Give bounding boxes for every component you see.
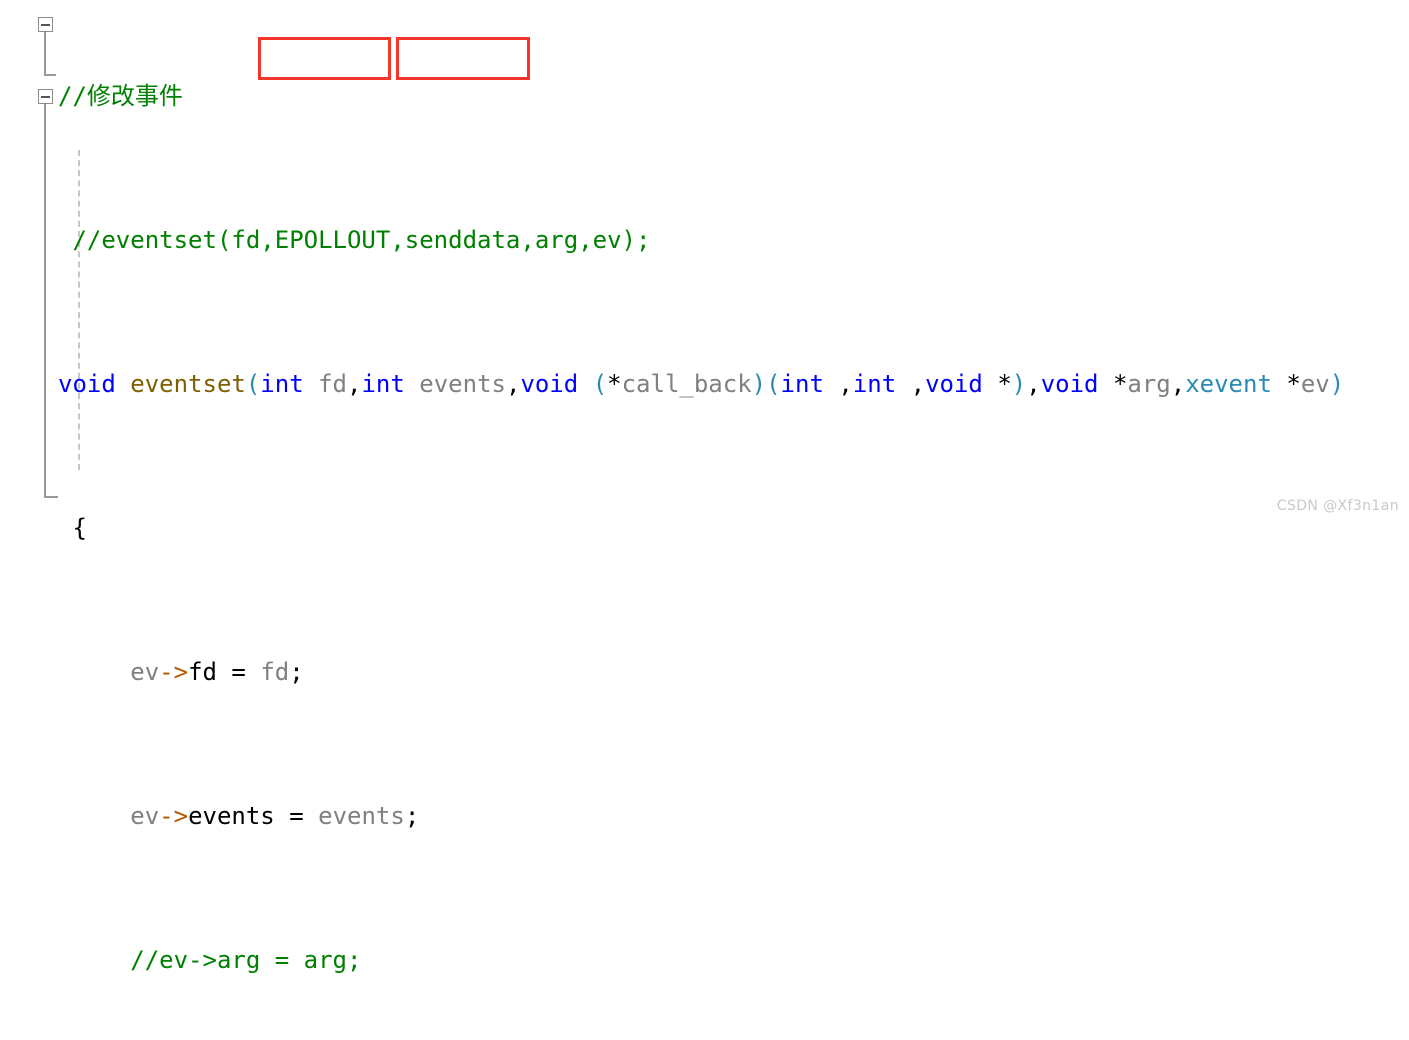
code-token: , [347, 370, 362, 398]
code-token: * [1112, 370, 1128, 398]
code-token: = [274, 802, 319, 830]
code-line[interactable]: //eventset(fd,EPOLLOUT,senddata,arg,ev); [0, 222, 1409, 258]
code-token: * [1286, 370, 1301, 398]
code-token: ( [245, 370, 261, 398]
watermark-label: CSDN @Xf3n1an [1276, 498, 1399, 514]
code-token: int [260, 370, 304, 398]
code-token: int [852, 370, 897, 398]
code-token: arg [1127, 370, 1171, 398]
code-token: void [58, 370, 116, 398]
code-token: -> [159, 658, 189, 686]
code-token: void [1040, 370, 1099, 398]
code-token: fd [318, 370, 348, 398]
code-token: ; [404, 802, 420, 830]
code-token: void [520, 370, 579, 398]
code-token: -> [159, 802, 189, 830]
code-token: , [1170, 370, 1186, 398]
code-token: ev [1300, 370, 1330, 398]
code-token: , [910, 370, 926, 398]
code-token: = [216, 658, 261, 686]
code-line[interactable]: //修改事件 [0, 78, 1409, 114]
code-token: xevent [1185, 370, 1272, 398]
code-lines[interactable]: //修改事件 //eventset(fd,EPOLLOUT,senddata,a… [0, 6, 1409, 1040]
code-token: //ev->arg = arg; [130, 946, 362, 974]
code-line[interactable]: ev->events = events; [0, 798, 1409, 834]
code-token: events [188, 802, 275, 830]
code-line[interactable]: { [0, 510, 1409, 546]
code-token: eventset [130, 370, 246, 398]
code-line[interactable]: ev->fd = fd; [0, 654, 1409, 690]
code-token: { [58, 514, 87, 542]
code-token: //eventset(fd,EPOLLOUT,senddata,arg,ev); [58, 226, 651, 254]
code-token: call_back [621, 370, 752, 398]
code-token: int [780, 370, 824, 398]
code-token: events [318, 802, 405, 830]
code-token: ) [751, 370, 767, 398]
code-token: int [361, 370, 405, 398]
code-token: ev [130, 658, 160, 686]
code-line[interactable]: void eventset(int fd,int events,void (*c… [0, 366, 1409, 402]
code-token: fd [188, 658, 217, 686]
code-token: events [419, 370, 506, 398]
code-token: ; [289, 658, 304, 686]
code-token: fd [260, 658, 290, 686]
code-token: ) [1011, 370, 1027, 398]
code-token: , [505, 370, 521, 398]
code-token: , [838, 370, 853, 398]
code-token: ( [766, 370, 781, 398]
code-editor-viewport[interactable]: //修改事件 //eventset(fd,EPOLLOUT,senddata,a… [0, 0, 1409, 974]
code-token: ( [592, 370, 608, 398]
code-token: //修改事件 [58, 82, 183, 110]
code-token: ) [1329, 370, 1345, 398]
code-token: ev [130, 802, 160, 830]
code-token: * [997, 370, 1012, 398]
code-token: * [607, 370, 622, 398]
code-token: , [1026, 370, 1041, 398]
code-token: void [925, 370, 983, 398]
code-line[interactable]: //ev->arg = arg; [0, 942, 1409, 978]
